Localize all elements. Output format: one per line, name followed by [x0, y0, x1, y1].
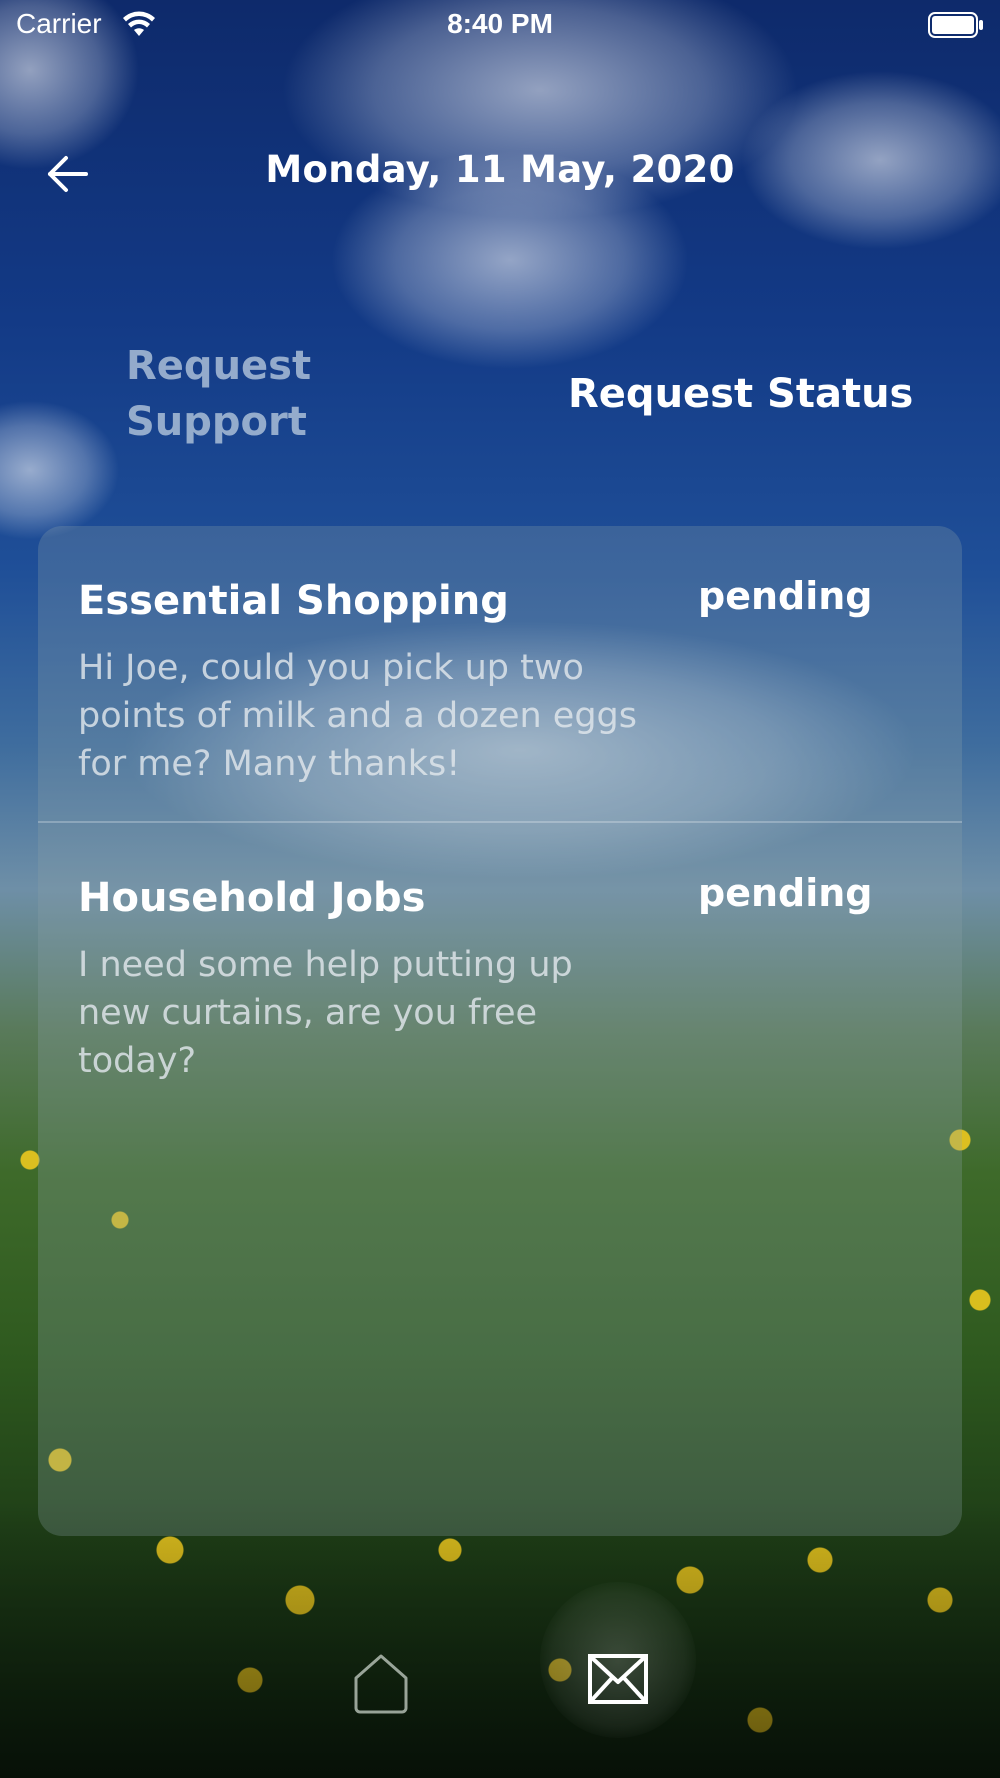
status-bar: Carrier 8:40 PM: [0, 0, 1000, 52]
tab-request-support[interactable]: Request Support: [126, 338, 366, 450]
request-title: Essential Shopping: [78, 578, 509, 624]
request-status-badge: pending: [698, 574, 873, 618]
envelope-icon: [588, 1654, 648, 1704]
requests-card: Essential Shopping pending Hi Joe, could…: [38, 526, 962, 1536]
cloud-decoration: [0, 400, 120, 540]
request-message: I need some help putting up new curtains…: [78, 945, 573, 1081]
screen: Carrier 8:40 PM Monday, 11 May, 2020 Req…: [0, 0, 1000, 1778]
battery-icon: [928, 12, 983, 38]
bottom-nav: [0, 1560, 1000, 1778]
nav-home-button[interactable]: [350, 1652, 412, 1716]
request-title: Household Jobs: [78, 875, 426, 921]
tab-request-status[interactable]: Request Status: [568, 366, 928, 422]
page-title: Monday, 11 May, 2020: [265, 148, 735, 191]
request-message: Hi Joe, could you pick up two points of …: [78, 648, 638, 784]
status-time: 8:40 PM: [447, 8, 553, 39]
request-item-essential-shopping[interactable]: Essential Shopping pending Hi Joe, could…: [38, 526, 962, 823]
home-icon: [354, 1654, 408, 1714]
nav-messages-button[interactable]: [586, 1652, 650, 1708]
request-item-household-jobs[interactable]: Household Jobs pending I need some help …: [38, 823, 962, 1118]
request-status-badge: pending: [698, 871, 873, 915]
